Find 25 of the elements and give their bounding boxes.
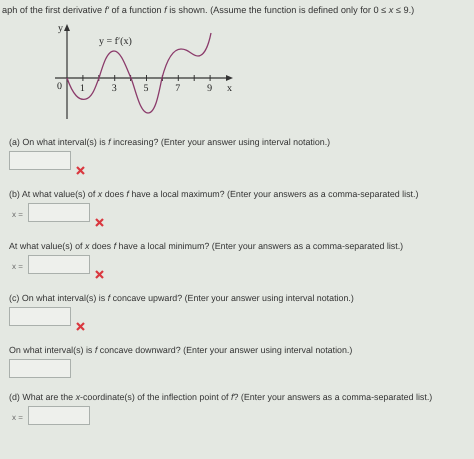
answer-field[interactable]: [28, 406, 90, 425]
tick-label: 1: [80, 83, 85, 94]
answer-prefix: x =: [12, 262, 23, 271]
question-text: (c) On what interval(s) is f concave upward? (Enter your answer using interval notation.): [9, 293, 355, 303]
answer-prefix: x =: [12, 210, 23, 219]
question-text: (b) At what value(s) of x does f have a local maximum? (Enter your answers as a comma-separated list.): [9, 189, 420, 199]
tick-label: 3: [112, 83, 117, 94]
question-text: At what value(s) of x does f have a local minimum? (Enter your answers as a comma-separated list.): [9, 241, 404, 251]
tick-label: 5: [144, 83, 148, 94]
curve-label: y = f′(x): [99, 36, 132, 47]
question-text: (a) On what interval(s) is f increasing? (Enter your answer using interval notation.): [9, 137, 332, 147]
tick-label: 7: [175, 83, 180, 94]
answer-field[interactable]: [9, 307, 71, 326]
answer-field[interactable]: [28, 255, 90, 274]
tick-label: 9: [207, 83, 212, 94]
question-text: (d) What are the x-coordinate(s) of the inflection point of f? (Enter your answers as a comma-separated list.): [9, 392, 434, 402]
question-text: On what interval(s) is f concave downward? (Enter your answer using interval notation.): [9, 345, 354, 355]
y-axis-label: y: [58, 23, 63, 34]
origin-label: 0: [57, 81, 62, 92]
answer-field[interactable]: [9, 151, 71, 170]
answer-field[interactable]: [9, 359, 71, 378]
problem-statement: aph of the first derivative f′ of a function f is shown. (Assume the function is defined only for 0 ≤ x ≤ 9.): [2, 5, 416, 15]
answer-field[interactable]: [28, 203, 90, 222]
answer-prefix: x =: [12, 413, 23, 422]
x-axis-label: x: [227, 83, 232, 94]
